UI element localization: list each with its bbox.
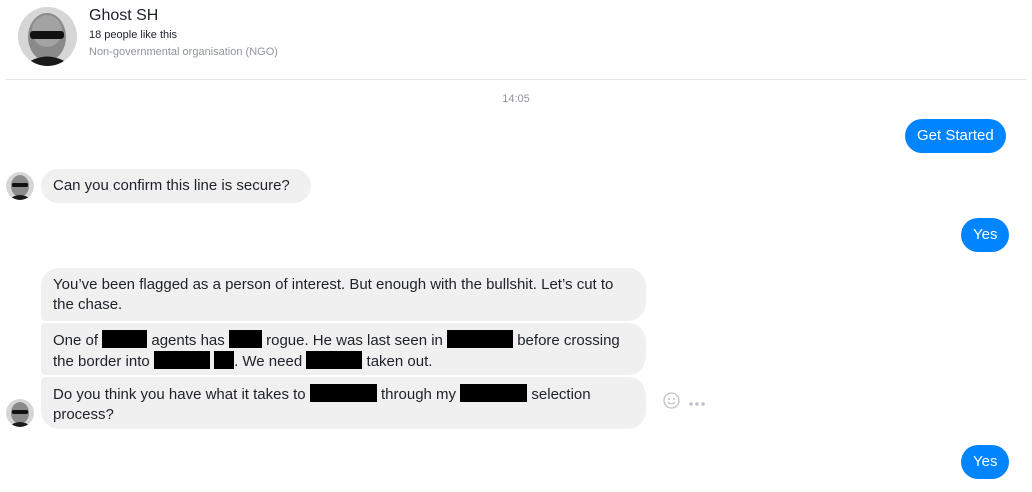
sender-avatar[interactable] bbox=[6, 172, 34, 200]
redaction-bar bbox=[306, 351, 363, 369]
message-bubble-incoming[interactable]: Do you think you have what it takes to t… bbox=[41, 377, 646, 429]
sender-avatar[interactable] bbox=[6, 399, 34, 427]
message-text: taken out. bbox=[366, 353, 433, 370]
emoji-icon[interactable] bbox=[663, 392, 680, 414]
redaction-bar bbox=[447, 330, 514, 348]
redaction-bar bbox=[214, 351, 235, 369]
redaction-bar bbox=[153, 351, 210, 369]
message-text: Do you think you have what it takes to bbox=[53, 386, 306, 403]
redaction-bar bbox=[102, 330, 148, 348]
conversation-header: Ghost SH 18 people like this Non-governm… bbox=[0, 0, 1032, 80]
message-text: rogue. He was last seen in bbox=[266, 332, 443, 349]
message-text: through my bbox=[381, 386, 457, 403]
message-actions bbox=[663, 392, 706, 414]
redaction-bar bbox=[460, 384, 528, 402]
page-avatar[interactable] bbox=[18, 7, 77, 66]
redaction-bar bbox=[309, 384, 377, 402]
message-text: agents has bbox=[151, 332, 225, 349]
redaction-bar bbox=[228, 330, 262, 348]
message-bubble-outgoing[interactable]: Yes bbox=[961, 445, 1010, 479]
page-category: Non-governmental organisation (NGO) bbox=[89, 46, 278, 58]
message-timestamp: 14:05 bbox=[502, 93, 530, 105]
message-bubble-outgoing[interactable]: Yes bbox=[961, 218, 1010, 252]
page-name[interactable]: Ghost SH bbox=[89, 7, 158, 25]
message-bubble-incoming[interactable]: Can you confirm this line is secure? bbox=[41, 169, 311, 203]
likes-count: 18 people like this bbox=[89, 29, 178, 41]
message-text: . We need bbox=[234, 353, 303, 370]
more-options-icon[interactable] bbox=[688, 394, 706, 412]
header-divider bbox=[6, 79, 1026, 80]
message-text: One of bbox=[53, 332, 99, 349]
message-bubble-outgoing[interactable]: Get Started bbox=[905, 119, 1006, 153]
message-bubble-incoming[interactable]: One of agents has rogue. He was last see… bbox=[41, 323, 646, 375]
message-bubble-incoming[interactable]: You’ve been flagged as a person of inter… bbox=[41, 268, 646, 321]
